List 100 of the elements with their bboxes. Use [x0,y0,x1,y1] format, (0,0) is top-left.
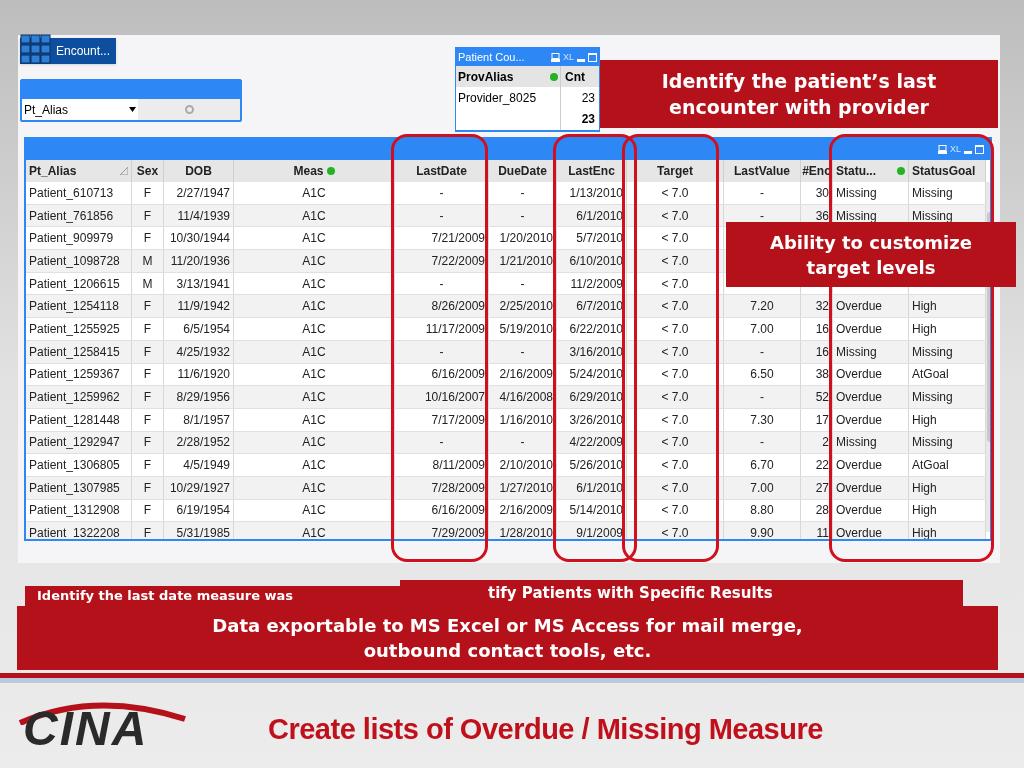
table-cell-text: 1/20/2010 [499,230,553,248]
table-cell-text: 4/25/1932 [176,343,230,361]
table-cell-text: High [912,298,937,316]
table-cell-text: Patient_1292947 [29,434,120,452]
table-cell-text: < 7.0 [661,184,689,202]
table-cell-text: 8/29/1956 [176,389,230,407]
table-cell-text: 4/16/2008 [499,389,553,407]
table-cell-text: < 7.0 [661,502,689,520]
table-cell-text: 23 [581,89,595,107]
field-dropdown[interactable]: Pt_Alias [22,99,138,120]
logo: CINA [15,695,225,751]
search-field[interactable] [138,99,240,120]
table-cell-text: Patient_1098728 [29,252,120,270]
column-header[interactable]: Pt_Alias [29,162,77,180]
table-cell-text: 7/21/2009 [431,230,485,248]
column-header[interactable]: Meas [293,162,324,180]
print-icon[interactable] [938,145,947,154]
table-cell-text: A1C [302,184,326,202]
column-header[interactable]: StatusGoal [912,162,976,180]
table-cell-text: 2/16/2009 [499,502,553,520]
table-cell-text: Patient_1259367 [29,366,120,384]
column-header[interactable]: Target [657,162,693,180]
table-cell-text: A1C [302,502,326,520]
table-cell-text: Patient_1322208 [29,525,120,539]
table-cell-text: Missing [836,434,877,452]
table-cell-text: 4/22/2009 [569,434,623,452]
maximize-icon[interactable] [975,145,984,154]
table-cell-text: 8/1/1957 [183,411,230,429]
callout-tooltip: Ability to customize target levels [726,222,1016,287]
table-cell-text: 7.00 [750,320,774,338]
table-cell-text: Patient_761856 [29,207,114,225]
table-cell-text: 10/29/1927 [169,479,230,497]
table-cell-text: 2 [822,434,829,452]
table-cell-text: < 7.0 [661,366,689,384]
table-cell-text: A1C [302,207,326,225]
table-cell-text: Missing [912,389,953,407]
table-cell-text: Overdue [836,389,883,407]
column-header[interactable]: Cnt [565,67,585,86]
table-cell-text: 6.70 [750,457,774,475]
print-icon[interactable] [551,52,560,62]
table-cell-text: 7.00 [750,479,774,497]
panel-title: Patient Cou... [458,49,525,65]
table-cell-text: Overdue [836,366,883,384]
table-cell-text: F [143,230,152,248]
table-cell-text: 17 [815,411,829,429]
column-header[interactable]: LastEnc [568,162,615,180]
table-cell-text: 7/28/2009 [431,479,485,497]
table-cell-text: - [760,389,764,407]
table-cell-text: F [143,457,152,475]
callout: Identify the patient’s last encounter with provider [600,60,998,128]
column-header[interactable]: LastValue [734,162,790,180]
table-cell-text: 2/28/1952 [176,434,230,452]
table-cell-text: A1C [302,298,326,316]
table-cell-text: High [912,411,937,429]
column-header[interactable]: DOB [185,162,212,180]
table-cell-text: 27 [815,479,829,497]
table-cell-text: F [143,479,152,497]
table-cell-text: Missing [912,184,953,202]
table-cell-text: Patient_1254118 [29,298,119,316]
table-cell-text: Overdue [836,320,883,338]
table-cell-text: Missing [912,207,953,225]
table-cell-text: 11/17/2009 [425,320,485,338]
table-cell-text: 2/25/2010 [499,298,553,316]
table-cell-text: 1/13/2010 [569,184,623,202]
table-cell-text: F [143,411,152,429]
table-cell-text: Patient_1259962 [29,389,120,407]
table-cell-text: High [912,320,937,338]
callout: Data exportable to MS Excel or MS Access for mail merge, outbound contact tools, etc. [17,606,998,670]
table-cell-text: 10/16/2007 [424,389,485,407]
table-cell-text: - [520,207,525,225]
table-cell-text: Provider_8025 [458,89,537,107]
table-cell-text: Patient_610713 [29,184,114,202]
table-cell-text: 7.20 [750,298,774,316]
column-header[interactable]: DueDate [498,162,547,180]
column-header[interactable]: ProvAlias [458,67,514,86]
caret-icon [129,107,136,112]
maximize-icon[interactable] [588,52,597,62]
table-cell-text: 11/6/1920 [177,366,230,384]
column-header[interactable]: LastDate [416,162,467,180]
table-cell-text: F [143,525,152,539]
table-cell-text: - [760,343,764,361]
table-cell-text: 6/22/2010 [569,320,623,338]
table-cell-text: 2/16/2009 [499,366,553,384]
table-cell-text: Patient_1307985 [29,479,120,497]
callout: Identify the last date measure was [25,586,400,606]
column-header[interactable]: #Enc [802,162,831,180]
table-cell-text: Missing [836,184,877,202]
table-cell-text: 2/10/2010 [499,457,553,475]
table-cell-text: < 7.0 [661,275,689,293]
table-cell-text: - [439,184,444,202]
column-header[interactable]: Sex [136,162,159,180]
table-cell-text: Patient_1258415 [29,343,120,361]
column-header[interactable]: Statu... [836,162,876,180]
table-cell-text: 2/27/1947 [176,184,230,202]
table-cell-text: M [142,252,153,270]
table-cell-text: 10/30/1944 [169,230,230,248]
table-cell-text: 5/7/2010 [576,230,623,248]
table-cell-text: F [143,502,152,520]
table-cell-text: Overdue [836,298,883,316]
table-cell-text: 32 [815,298,829,316]
